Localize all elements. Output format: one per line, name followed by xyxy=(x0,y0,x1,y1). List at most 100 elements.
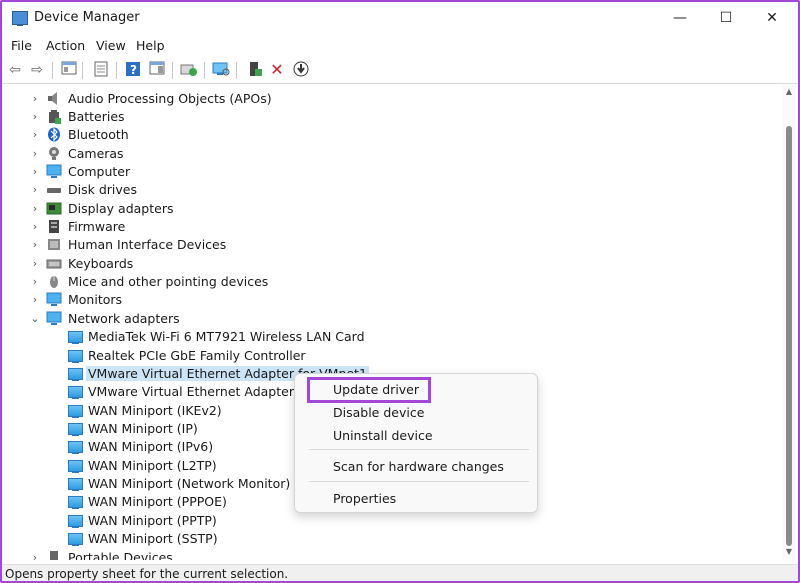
scrollbar-thumb[interactable] xyxy=(786,126,792,546)
speaker-icon xyxy=(46,91,62,106)
firmware-icon xyxy=(46,219,62,234)
chevron-right-icon[interactable]: › xyxy=(30,238,40,252)
properties-icon[interactable] xyxy=(92,61,110,79)
network-adapter-icon xyxy=(68,350,83,363)
tree-category-cameras[interactable]: › Cameras xyxy=(4,145,764,163)
disk-icon xyxy=(46,182,62,197)
svg-text:?: ? xyxy=(130,63,137,77)
hid-icon xyxy=(46,237,62,252)
close-button[interactable]: ✕ xyxy=(749,2,795,34)
context-menu-uninstall-device[interactable]: Uninstall device xyxy=(333,428,433,443)
tree-device-label: WAN Miniport (Network Monitor) xyxy=(88,476,291,491)
tree-category-label: Portable Devices xyxy=(68,550,173,560)
action-pane-icon[interactable] xyxy=(148,61,166,79)
tree-category-portable-devices[interactable]: › Portable Devices xyxy=(4,549,764,560)
tree-device-label: WAN Miniport (PPTP) xyxy=(88,513,217,528)
context-menu-scan-hardware[interactable]: Scan for hardware changes xyxy=(333,459,504,474)
tree-category-label: Network adapters xyxy=(68,311,180,326)
context-menu-separator xyxy=(309,481,529,482)
tree-device-label: WAN Miniport (IKEv2) xyxy=(88,403,222,418)
tree-device-row[interactable]: WAN Miniport (SSTP) xyxy=(4,530,764,548)
tree-device-label: WAN Miniport (SSTP) xyxy=(88,531,218,546)
chevron-right-icon[interactable]: › xyxy=(30,165,40,179)
tree-category-label: Firmware xyxy=(68,219,126,234)
mouse-icon xyxy=(46,274,62,289)
network-adapter-icon xyxy=(68,386,83,399)
chevron-down-icon[interactable]: ⌄ xyxy=(30,312,40,326)
tree-device-row[interactable]: MediaTek Wi-Fi 6 MT7921 Wireless LAN Car… xyxy=(4,328,764,346)
tree-category-network-adapters[interactable]: ⌄ Network adapters xyxy=(4,310,764,328)
tree-category-disk-drives[interactable]: › Disk drives xyxy=(4,181,764,199)
tree-category-label: Audio Processing Objects (APOs) xyxy=(68,91,272,106)
chevron-right-icon[interactable]: › xyxy=(30,551,40,560)
chevron-right-icon[interactable]: › xyxy=(30,147,40,161)
help-icon[interactable]: ? xyxy=(124,61,142,79)
menu-view[interactable]: View xyxy=(96,38,126,53)
chevron-right-icon[interactable]: › xyxy=(30,128,40,142)
uninstall-device-icon[interactable]: ✕ xyxy=(268,61,286,79)
toolbar-separator xyxy=(116,62,117,79)
chevron-right-icon[interactable]: › xyxy=(30,275,40,289)
tree-device-label: Realtek PCIe GbE Family Controller xyxy=(88,348,306,363)
toolbar-separator xyxy=(52,62,53,79)
menu-action[interactable]: Action xyxy=(46,38,85,53)
network-adapter-icon xyxy=(68,405,83,418)
chevron-right-icon[interactable]: › xyxy=(30,257,40,271)
toolbar-separator xyxy=(204,62,205,79)
tree-category-label: Display adapters xyxy=(68,201,174,216)
context-menu-disable-device[interactable]: Disable device xyxy=(333,405,424,420)
tree-category-label: Cameras xyxy=(68,146,124,161)
show-hide-console-tree-icon[interactable] xyxy=(60,61,78,79)
chevron-right-icon[interactable]: › xyxy=(30,183,40,197)
tree-category-label: Bluetooth xyxy=(68,127,129,142)
tree-device-label: WAN Miniport (IPv6) xyxy=(88,439,214,454)
scroll-down-icon[interactable]: ▼ xyxy=(784,547,794,557)
tree-device-row[interactable]: Realtek PCIe GbE Family Controller xyxy=(4,347,764,365)
tree-category-label: Monitors xyxy=(68,292,123,307)
tree-category-mice[interactable]: › Mice and other pointing devices xyxy=(4,273,764,291)
tree-category-monitors[interactable]: › Monitors xyxy=(4,291,764,309)
download-icon[interactable] xyxy=(292,61,310,79)
tree-category-label: Human Interface Devices xyxy=(68,237,227,252)
chevron-right-icon[interactable]: › xyxy=(30,202,40,216)
tree-category-display-adapters[interactable]: › Display adapters xyxy=(4,200,764,218)
scroll-up-icon[interactable]: ▲ xyxy=(784,87,794,97)
add-legacy-hardware-icon[interactable] xyxy=(246,61,264,79)
context-menu: Update driver Disable device Uninstall d… xyxy=(294,373,538,513)
tree-category-keyboards[interactable]: › Keyboards xyxy=(4,255,764,273)
tree-category-batteries[interactable]: › Batteries xyxy=(4,108,764,126)
context-menu-properties[interactable]: Properties xyxy=(333,491,396,506)
chevron-right-icon[interactable]: › xyxy=(30,220,40,234)
context-menu-update-driver[interactable]: Update driver xyxy=(333,382,419,397)
toolbar-separator xyxy=(172,62,173,79)
update-driver-icon[interactable] xyxy=(180,61,198,79)
tree-category-firmware[interactable]: › Firmware xyxy=(4,218,764,236)
tree-category-audio[interactable]: › Audio Processing Objects (APOs) xyxy=(4,90,764,108)
status-text: Opens property sheet for the current sel… xyxy=(5,567,289,581)
scan-hardware-icon[interactable] xyxy=(212,61,230,79)
forward-icon[interactable]: ⇨ xyxy=(28,61,46,79)
menu-help[interactable]: Help xyxy=(136,38,165,53)
monitor-icon xyxy=(46,292,62,307)
back-icon[interactable]: ⇦ xyxy=(6,61,24,79)
network-adapter-icon xyxy=(68,423,83,436)
network-adapter-icon xyxy=(68,478,83,491)
battery-icon xyxy=(46,109,62,124)
tree-category-computer[interactable]: › Computer xyxy=(4,163,764,181)
maximize-button[interactable]: ☐ xyxy=(703,2,749,34)
vertical-scrollbar[interactable]: ▲ ▼ xyxy=(782,84,796,560)
network-adapter-icon xyxy=(68,441,83,454)
chevron-right-icon[interactable]: › xyxy=(30,110,40,124)
tree-category-hid[interactable]: › Human Interface Devices xyxy=(4,236,764,254)
toolbar-separator xyxy=(82,62,83,79)
tree-category-bluetooth[interactable]: › Bluetooth xyxy=(4,126,764,144)
tree-device-label: WAN Miniport (IP) xyxy=(88,421,198,436)
menu-file[interactable]: File xyxy=(11,38,32,53)
tree-category-label: Batteries xyxy=(68,109,125,124)
tree-device-row[interactable]: WAN Miniport (PPTP) xyxy=(4,512,764,530)
tree-category-label: Keyboards xyxy=(68,256,134,271)
minimize-button[interactable]: — xyxy=(657,2,703,34)
chevron-right-icon[interactable]: › xyxy=(30,293,40,307)
chevron-right-icon[interactable]: › xyxy=(30,92,40,106)
camera-icon xyxy=(46,146,62,161)
